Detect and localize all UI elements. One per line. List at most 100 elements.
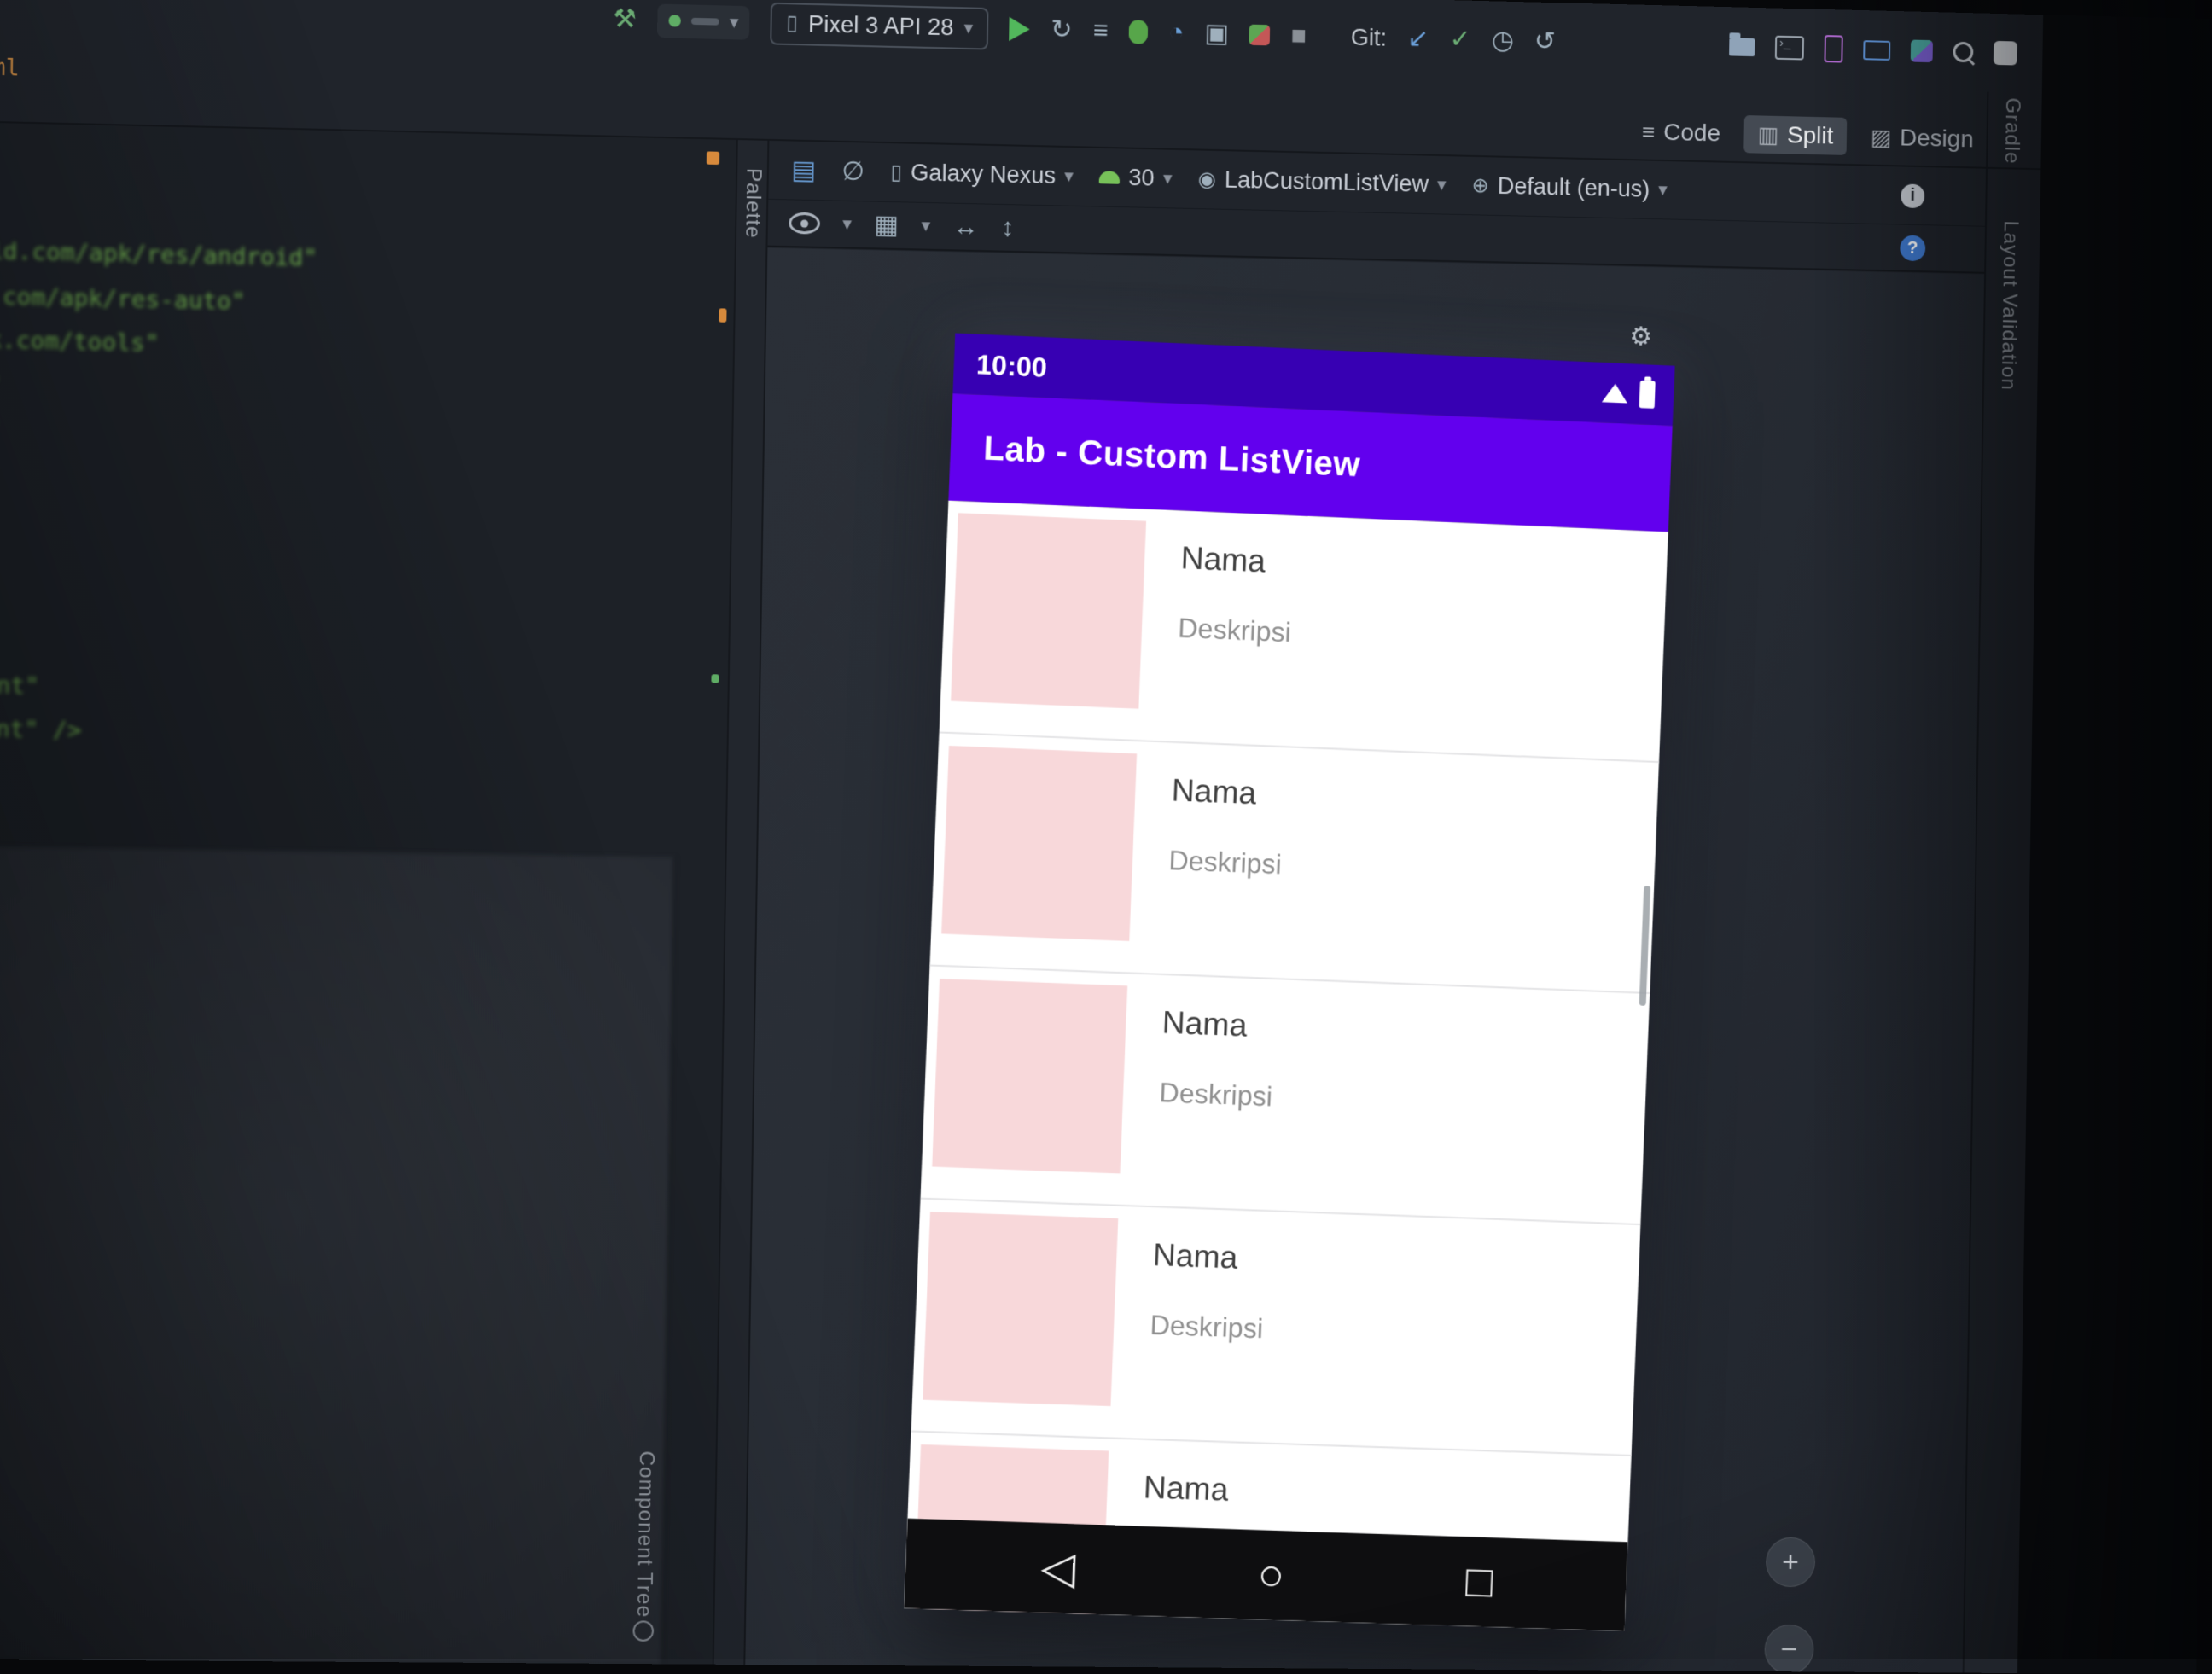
api-level-selector[interactable]: 30 ▾	[1099, 164, 1173, 192]
preview-device-label: Galaxy Nexus	[910, 159, 1057, 189]
status-icons	[1601, 379, 1656, 409]
item-image-placeholder	[951, 513, 1147, 709]
code-icon: ≡	[1641, 118, 1656, 145]
error-stripe-ok-mark	[711, 674, 719, 683]
item-name: Nama	[1170, 772, 1257, 811]
editor-tab-fragment[interactable]: ml	[0, 55, 20, 81]
coverage-icon[interactable]: ▣	[1204, 19, 1229, 48]
run-tasks-icon[interactable]: ≡	[1093, 16, 1109, 45]
view-options-eye-icon[interactable]	[789, 212, 821, 235]
apply-changes-icon[interactable]: ↻	[1051, 15, 1073, 44]
run-button[interactable]	[1009, 16, 1031, 42]
android-icon	[1099, 171, 1121, 184]
theme-selector[interactable]: ◉ LabCustomListView ▾	[1197, 166, 1446, 199]
theme-label: LabCustomListView	[1224, 166, 1429, 198]
chevron-down-icon: ▾	[1162, 168, 1173, 189]
layers-icon[interactable]: ▤	[791, 155, 816, 184]
run-config-label-placeholder	[690, 17, 719, 26]
attach-debugger-icon[interactable]	[1249, 24, 1271, 46]
run-config-selector[interactable]: ▾	[656, 3, 750, 40]
palette-tab[interactable]: Palette	[740, 168, 765, 239]
terminal-icon[interactable]	[1774, 35, 1805, 61]
help-button[interactable]: ?	[1900, 235, 1926, 261]
code-line: ent"	[0, 671, 40, 700]
list-item[interactable]: Nama Deskripsi	[920, 966, 1650, 1225]
gutter-modified-mark	[706, 151, 720, 165]
magnet-off-icon[interactable]: ∅	[841, 157, 864, 186]
layout-validation-tab[interactable]: Layout Validation	[1996, 220, 2023, 391]
stop-button[interactable]: ■	[1290, 21, 1307, 50]
history-icon[interactable]: ◷	[1491, 26, 1514, 55]
code-line: k.com/tools"	[0, 327, 160, 357]
zoom-in-button[interactable]: +	[1765, 1537, 1816, 1588]
item-name: Nama	[1143, 1469, 1230, 1508]
code-line: "	[0, 372, 1, 399]
code-line: id.com/apk/res/android"	[0, 237, 318, 272]
api-level-label: 30	[1128, 164, 1155, 191]
item-description: Deskripsi	[1149, 1309, 1264, 1345]
tab-design[interactable]: ▨ Design	[1871, 124, 1974, 154]
screen-bezel	[2017, 15, 2212, 1674]
back-icon: ◁	[1039, 1543, 1077, 1595]
item-description: Deskripsi	[1177, 612, 1292, 648]
item-name: Nama	[1152, 1236, 1239, 1276]
locale-label: Default (en-us)	[1497, 172, 1650, 202]
phone-preview[interactable]: 10:00 Lab - Custom ListView Nama Deskrip…	[904, 333, 1675, 1631]
locale-selector[interactable]: ⊕ Default (en-us) ▾	[1471, 172, 1668, 203]
editor-mode-tabs: ≡ Code ▥ Split ▨ Design	[1642, 113, 1974, 158]
status-time: 10:00	[975, 348, 1048, 383]
zoom-out-button[interactable]: −	[1764, 1624, 1814, 1673]
item-name: Nama	[1161, 1004, 1249, 1043]
split-icon: ▥	[1757, 120, 1779, 148]
sdk-manager-icon[interactable]	[1910, 39, 1933, 63]
theme-icon: ◉	[1197, 167, 1217, 191]
pair-devices-icon[interactable]	[1863, 39, 1891, 61]
profiler-icon[interactable]: ◔	[1168, 18, 1185, 47]
build-hammer-icon[interactable]: ⚒	[613, 4, 637, 33]
preview-device-selector[interactable]: ▯ Galaxy Nexus ▾	[890, 159, 1074, 189]
item-image-placeholder	[941, 746, 1138, 942]
app-title: Lab - Custom ListView	[982, 428, 1362, 484]
orientation-vertical-icon[interactable]: ↕	[1001, 213, 1015, 242]
issues-indicator[interactable]: i	[1901, 183, 1925, 208]
gradle-tab[interactable]: Gradle	[2000, 97, 2024, 165]
rollback-icon[interactable]: ↺	[1534, 27, 1557, 56]
search-icon[interactable]	[1953, 41, 1974, 63]
debug-button[interactable]	[1128, 20, 1149, 44]
chevron-down-icon: ▾	[1657, 179, 1668, 201]
chevron-down-icon: ▾	[963, 17, 974, 38]
device-selector-label: Pixel 3 API 28	[807, 10, 954, 40]
battery-icon	[1639, 381, 1656, 409]
tab-split[interactable]: ▥ Split	[1743, 115, 1848, 155]
component-tree-tab[interactable]: Component Tree	[632, 1450, 659, 1618]
blueprint-mode-icon[interactable]: ▦	[874, 210, 899, 239]
wifi-icon	[1601, 383, 1628, 404]
window-icon[interactable]	[1993, 40, 2017, 66]
list-item[interactable]: Nama Deskripsi	[929, 733, 1660, 995]
xml-editor[interactable]: id.com/apk/res/android" .com/apk/res-aut…	[0, 122, 736, 1665]
list-item[interactable]: Nama Deskripsi	[939, 500, 1668, 764]
list-item[interactable]: Nama Deskripsi	[911, 1199, 1641, 1456]
render-wrench-icon[interactable]: ⚙	[1629, 322, 1652, 352]
code-line: .com/apk/res-auto"	[0, 282, 246, 316]
globe-icon: ⊕	[1471, 173, 1490, 198]
phone-icon: ▯	[786, 11, 798, 36]
item-image-placeholder	[932, 979, 1128, 1174]
design-pane: ▤ ∅ ▯ Galaxy Nexus ▾ 30 ▾ ◉ LabCustomLis…	[745, 140, 1987, 1673]
chevron-down-icon: ▾	[842, 213, 853, 235]
tab-code[interactable]: ≡ Code	[1642, 118, 1720, 147]
design-canvas[interactable]: ⚙ 10:00 Lab - Custom ListView Nama Deskr…	[745, 247, 1985, 1673]
item-description: Deskripsi	[1158, 1077, 1273, 1113]
git-update-icon[interactable]: ↙	[1407, 24, 1429, 53]
listview[interactable]: Nama Deskripsi Nama Deskripsi Nama Deskr…	[904, 500, 1668, 1631]
error-stripe-warning-mark[interactable]	[719, 308, 727, 323]
git-commit-icon[interactable]: ✓	[1449, 25, 1471, 54]
code-line: "	[0, 416, 1, 443]
home-icon: ○	[1256, 1549, 1286, 1601]
orientation-horizontal-icon[interactable]: ↔	[952, 212, 979, 241]
android-studio-window: ⚒ ▾ ▯ Pixel 3 API 28 ▾ ↻ ≡ ◔ ▣ ■ Git: ↙ …	[0, 0, 2212, 1674]
device-manager-icon[interactable]	[1824, 35, 1843, 63]
run-config-status-dot	[668, 15, 681, 27]
device-selector[interactable]: ▯ Pixel 3 API 28 ▾	[770, 2, 989, 50]
folder-icon[interactable]	[1729, 37, 1755, 56]
